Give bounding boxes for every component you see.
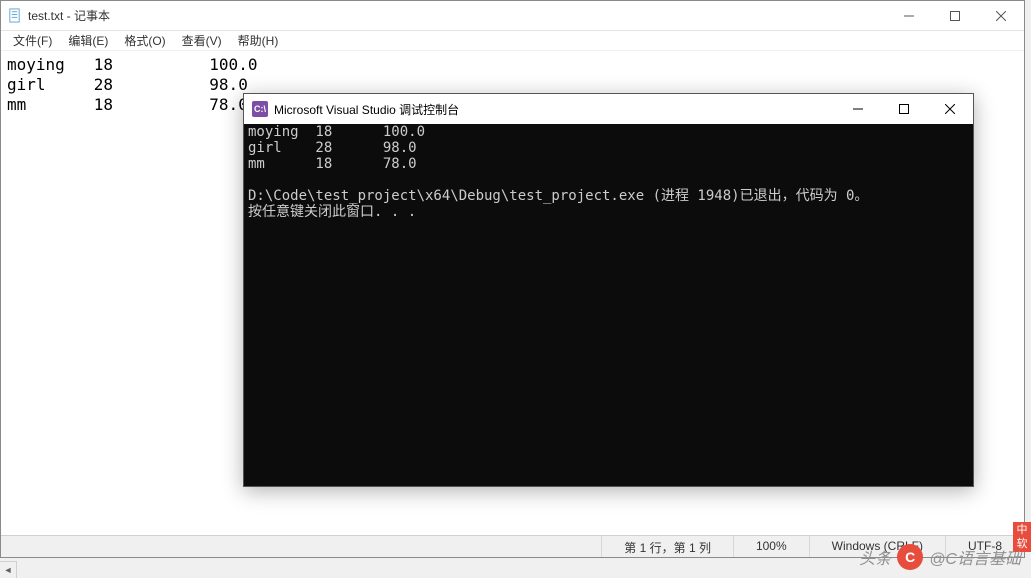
- maximize-button[interactable]: [932, 1, 978, 31]
- close-button[interactable]: [978, 1, 1024, 31]
- console-output[interactable]: moying 18 100.0 girl 28 98.0 mm 18 78.0 …: [244, 124, 973, 220]
- notepad-menubar: 文件(F) 编辑(E) 格式(O) 查看(V) 帮助(H): [1, 31, 1024, 51]
- console-line: 按任意键关闭此窗口. . .: [248, 204, 416, 220]
- minimize-icon: [853, 104, 863, 114]
- maximize-icon: [899, 104, 909, 114]
- menu-edit[interactable]: 编辑(E): [60, 30, 116, 51]
- notepad-title-text: test.txt - 记事本: [28, 7, 110, 24]
- menu-help[interactable]: 帮助(H): [230, 30, 287, 51]
- status-position: 第 1 行，第 1 列: [602, 536, 734, 557]
- close-icon: [945, 104, 955, 114]
- menu-file[interactable]: 文件(F): [5, 30, 60, 51]
- notepad-title: test.txt - 记事本: [7, 7, 110, 24]
- console-titlebar[interactable]: C:\ Microsoft Visual Studio 调试控制台: [244, 94, 973, 124]
- notepad-line: mm 18 78.0: [7, 95, 248, 114]
- watermark-avatar-icon: C: [897, 544, 923, 570]
- menu-view[interactable]: 查看(V): [174, 30, 230, 51]
- notepad-file-icon: [7, 8, 22, 23]
- console-window: C:\ Microsoft Visual Studio 调试控制台 moying…: [243, 93, 974, 487]
- watermark-prefix: 头条: [859, 545, 891, 569]
- console-line: moying 18 100.0: [248, 124, 425, 140]
- minimize-icon: [904, 11, 914, 21]
- console-window-controls: [835, 94, 973, 124]
- minimize-button[interactable]: [886, 1, 932, 31]
- close-icon: [996, 11, 1006, 21]
- notepad-window-controls: [886, 1, 1024, 31]
- notepad-titlebar[interactable]: test.txt - 记事本: [1, 1, 1024, 31]
- status-zoom: 100%: [734, 536, 810, 557]
- console-icon: C:\: [252, 101, 268, 117]
- console-minimize-button[interactable]: [835, 94, 881, 124]
- watermark: 头条 C @C语言基础: [859, 544, 1021, 570]
- console-line: girl 28 98.0: [248, 140, 417, 156]
- maximize-icon: [950, 11, 960, 21]
- status-spacer: [1, 536, 602, 557]
- console-line: D:\Code\test_project\x64\Debug\test_proj…: [248, 188, 868, 204]
- watermark-account: @C语言基础: [929, 545, 1021, 569]
- menu-format[interactable]: 格式(O): [116, 30, 173, 51]
- console-title-text: Microsoft Visual Studio 调试控制台: [274, 101, 459, 118]
- notepad-line: girl 28 98.0: [7, 75, 248, 94]
- console-close-button[interactable]: [927, 94, 973, 124]
- console-maximize-button[interactable]: [881, 94, 927, 124]
- console-line: mm 18 78.0: [248, 156, 417, 172]
- notepad-line: moying 18 100.0: [7, 55, 257, 74]
- scroll-left-button[interactable]: ◄: [0, 561, 17, 578]
